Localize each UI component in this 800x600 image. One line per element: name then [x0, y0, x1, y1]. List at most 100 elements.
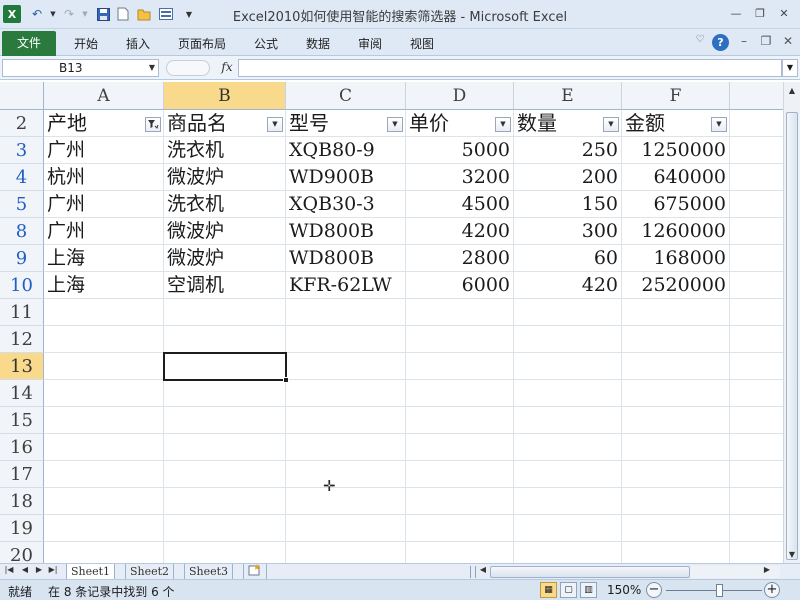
table-cell[interactable]	[164, 299, 286, 326]
table-cell[interactable]: 150	[514, 191, 622, 218]
workbook-minimize-icon[interactable]: –	[734, 34, 754, 52]
table-cell[interactable]: 300	[514, 218, 622, 245]
table-cell[interactable]	[622, 299, 730, 326]
table-cell[interactable]	[730, 218, 783, 245]
table-cell[interactable]	[730, 461, 783, 488]
scroll-right-icon[interactable]: ▶	[762, 565, 772, 574]
filter-dropdown-icon[interactable]: ▼	[603, 117, 619, 132]
row-header[interactable]: 10	[0, 272, 44, 299]
table-cell[interactable]	[406, 380, 514, 407]
page-layout-view-icon[interactable]: ▢	[560, 582, 577, 598]
table-cell[interactable]: 空调机	[164, 272, 286, 299]
table-cell[interactable]	[622, 407, 730, 434]
table-cell[interactable]	[622, 380, 730, 407]
scroll-up-icon[interactable]: ▲	[784, 82, 800, 99]
table-cell[interactable]	[622, 515, 730, 542]
zoom-out-icon[interactable]: −	[646, 582, 662, 598]
table-cell[interactable]: XQB30-3	[286, 191, 406, 218]
tab-split-handle[interactable]	[470, 566, 476, 578]
table-cell[interactable]: KFR-62LW	[286, 272, 406, 299]
table-cell[interactable]: 3200	[406, 164, 514, 191]
table-cell[interactable]	[622, 326, 730, 353]
table-cell[interactable]: XQB80-9	[286, 137, 406, 164]
table-cell[interactable]: 675000	[622, 191, 730, 218]
zoom-slider-thumb[interactable]	[716, 584, 723, 597]
table-cell[interactable]	[730, 542, 783, 563]
table-cell[interactable]	[730, 353, 783, 380]
table-cell[interactable]: 1250000	[622, 137, 730, 164]
row-header[interactable]: 19	[0, 515, 44, 542]
tab-insert[interactable]: 插入	[126, 33, 150, 55]
table-cell[interactable]	[514, 434, 622, 461]
table-cell[interactable]	[622, 542, 730, 563]
name-box-dropdown-icon[interactable]: ▼	[149, 60, 155, 76]
column-header-a[interactable]: A	[44, 82, 164, 110]
filter-dropdown-icon[interactable]: ▼	[495, 117, 511, 132]
table-cell[interactable]	[514, 542, 622, 563]
tab-home[interactable]: 开始	[74, 33, 98, 55]
table-cell[interactable]	[514, 353, 622, 380]
insert-function-icon[interactable]: fx	[218, 60, 236, 76]
row-header[interactable]: 2	[0, 110, 44, 137]
formula-expand-icon[interactable]: ▼	[782, 59, 798, 77]
sheet-tab-3[interactable]: Sheet3	[184, 564, 234, 580]
table-cell[interactable]: 4200	[406, 218, 514, 245]
column-header-e[interactable]: E	[514, 82, 622, 110]
table-cell[interactable]	[44, 488, 164, 515]
row-header[interactable]: 12	[0, 326, 44, 353]
table-cell[interactable]: 杭州	[44, 164, 164, 191]
table-cell[interactable]	[406, 353, 514, 380]
table-cell[interactable]: WD900B	[286, 164, 406, 191]
tab-formulas[interactable]: 公式	[254, 33, 278, 55]
table-cell[interactable]	[730, 164, 783, 191]
row-header[interactable]: 17	[0, 461, 44, 488]
table-cell[interactable]	[514, 299, 622, 326]
table-cell[interactable]	[622, 461, 730, 488]
tab-review[interactable]: 审阅	[358, 33, 382, 55]
table-cell[interactable]	[44, 353, 164, 380]
table-cell[interactable]	[622, 488, 730, 515]
vertical-scrollbar[interactable]: ▲ ▼	[783, 82, 800, 563]
table-cell[interactable]: 168000	[622, 245, 730, 272]
formula-bar-divider[interactable]	[166, 60, 210, 76]
zoom-in-icon[interactable]: +	[764, 582, 780, 598]
table-cell[interactable]	[286, 515, 406, 542]
table-cell[interactable]: 微波炉	[164, 218, 286, 245]
insert-sheet-icon[interactable]	[243, 564, 267, 580]
table-cell[interactable]	[164, 380, 286, 407]
row-header[interactable]: 15	[0, 407, 44, 434]
table-cell[interactable]	[406, 434, 514, 461]
table-cell[interactable]	[730, 245, 783, 272]
horizontal-scrollbar[interactable]	[490, 566, 780, 578]
column-header-c[interactable]: C	[286, 82, 406, 110]
table-cell[interactable]	[286, 380, 406, 407]
table-cell[interactable]	[730, 380, 783, 407]
minimize-ribbon-icon[interactable]: ♡	[690, 34, 710, 52]
normal-view-icon[interactable]: ▦	[540, 582, 557, 598]
table-cell[interactable]: 4500	[406, 191, 514, 218]
filter-active-icon[interactable]	[145, 117, 161, 132]
scroll-down-icon[interactable]: ▼	[784, 546, 800, 563]
filter-dropdown-icon[interactable]: ▼	[267, 117, 283, 132]
table-cell[interactable]	[514, 380, 622, 407]
row-header[interactable]: 4	[0, 164, 44, 191]
table-cell[interactable]: 广州	[44, 137, 164, 164]
workbook-close-icon[interactable]: ✕	[778, 34, 798, 52]
active-cell-selection[interactable]	[163, 352, 289, 383]
help-icon[interactable]: ?	[712, 34, 729, 51]
column-header-f[interactable]: F	[622, 82, 730, 110]
table-cell[interactable]	[514, 515, 622, 542]
table-cell[interactable]	[286, 434, 406, 461]
row-header[interactable]: 20	[0, 542, 44, 563]
fill-handle[interactable]	[283, 377, 289, 383]
table-cell[interactable]	[622, 434, 730, 461]
table-cell[interactable]: 上海	[44, 272, 164, 299]
table-cell[interactable]: 250	[514, 137, 622, 164]
formula-input[interactable]	[238, 59, 782, 77]
tab-file[interactable]: 文件	[2, 31, 56, 56]
table-cell[interactable]: 上海	[44, 245, 164, 272]
table-cell[interactable]: 广州	[44, 218, 164, 245]
table-cell[interactable]	[406, 407, 514, 434]
select-all-corner[interactable]	[0, 82, 44, 110]
table-cell[interactable]: 200	[514, 164, 622, 191]
